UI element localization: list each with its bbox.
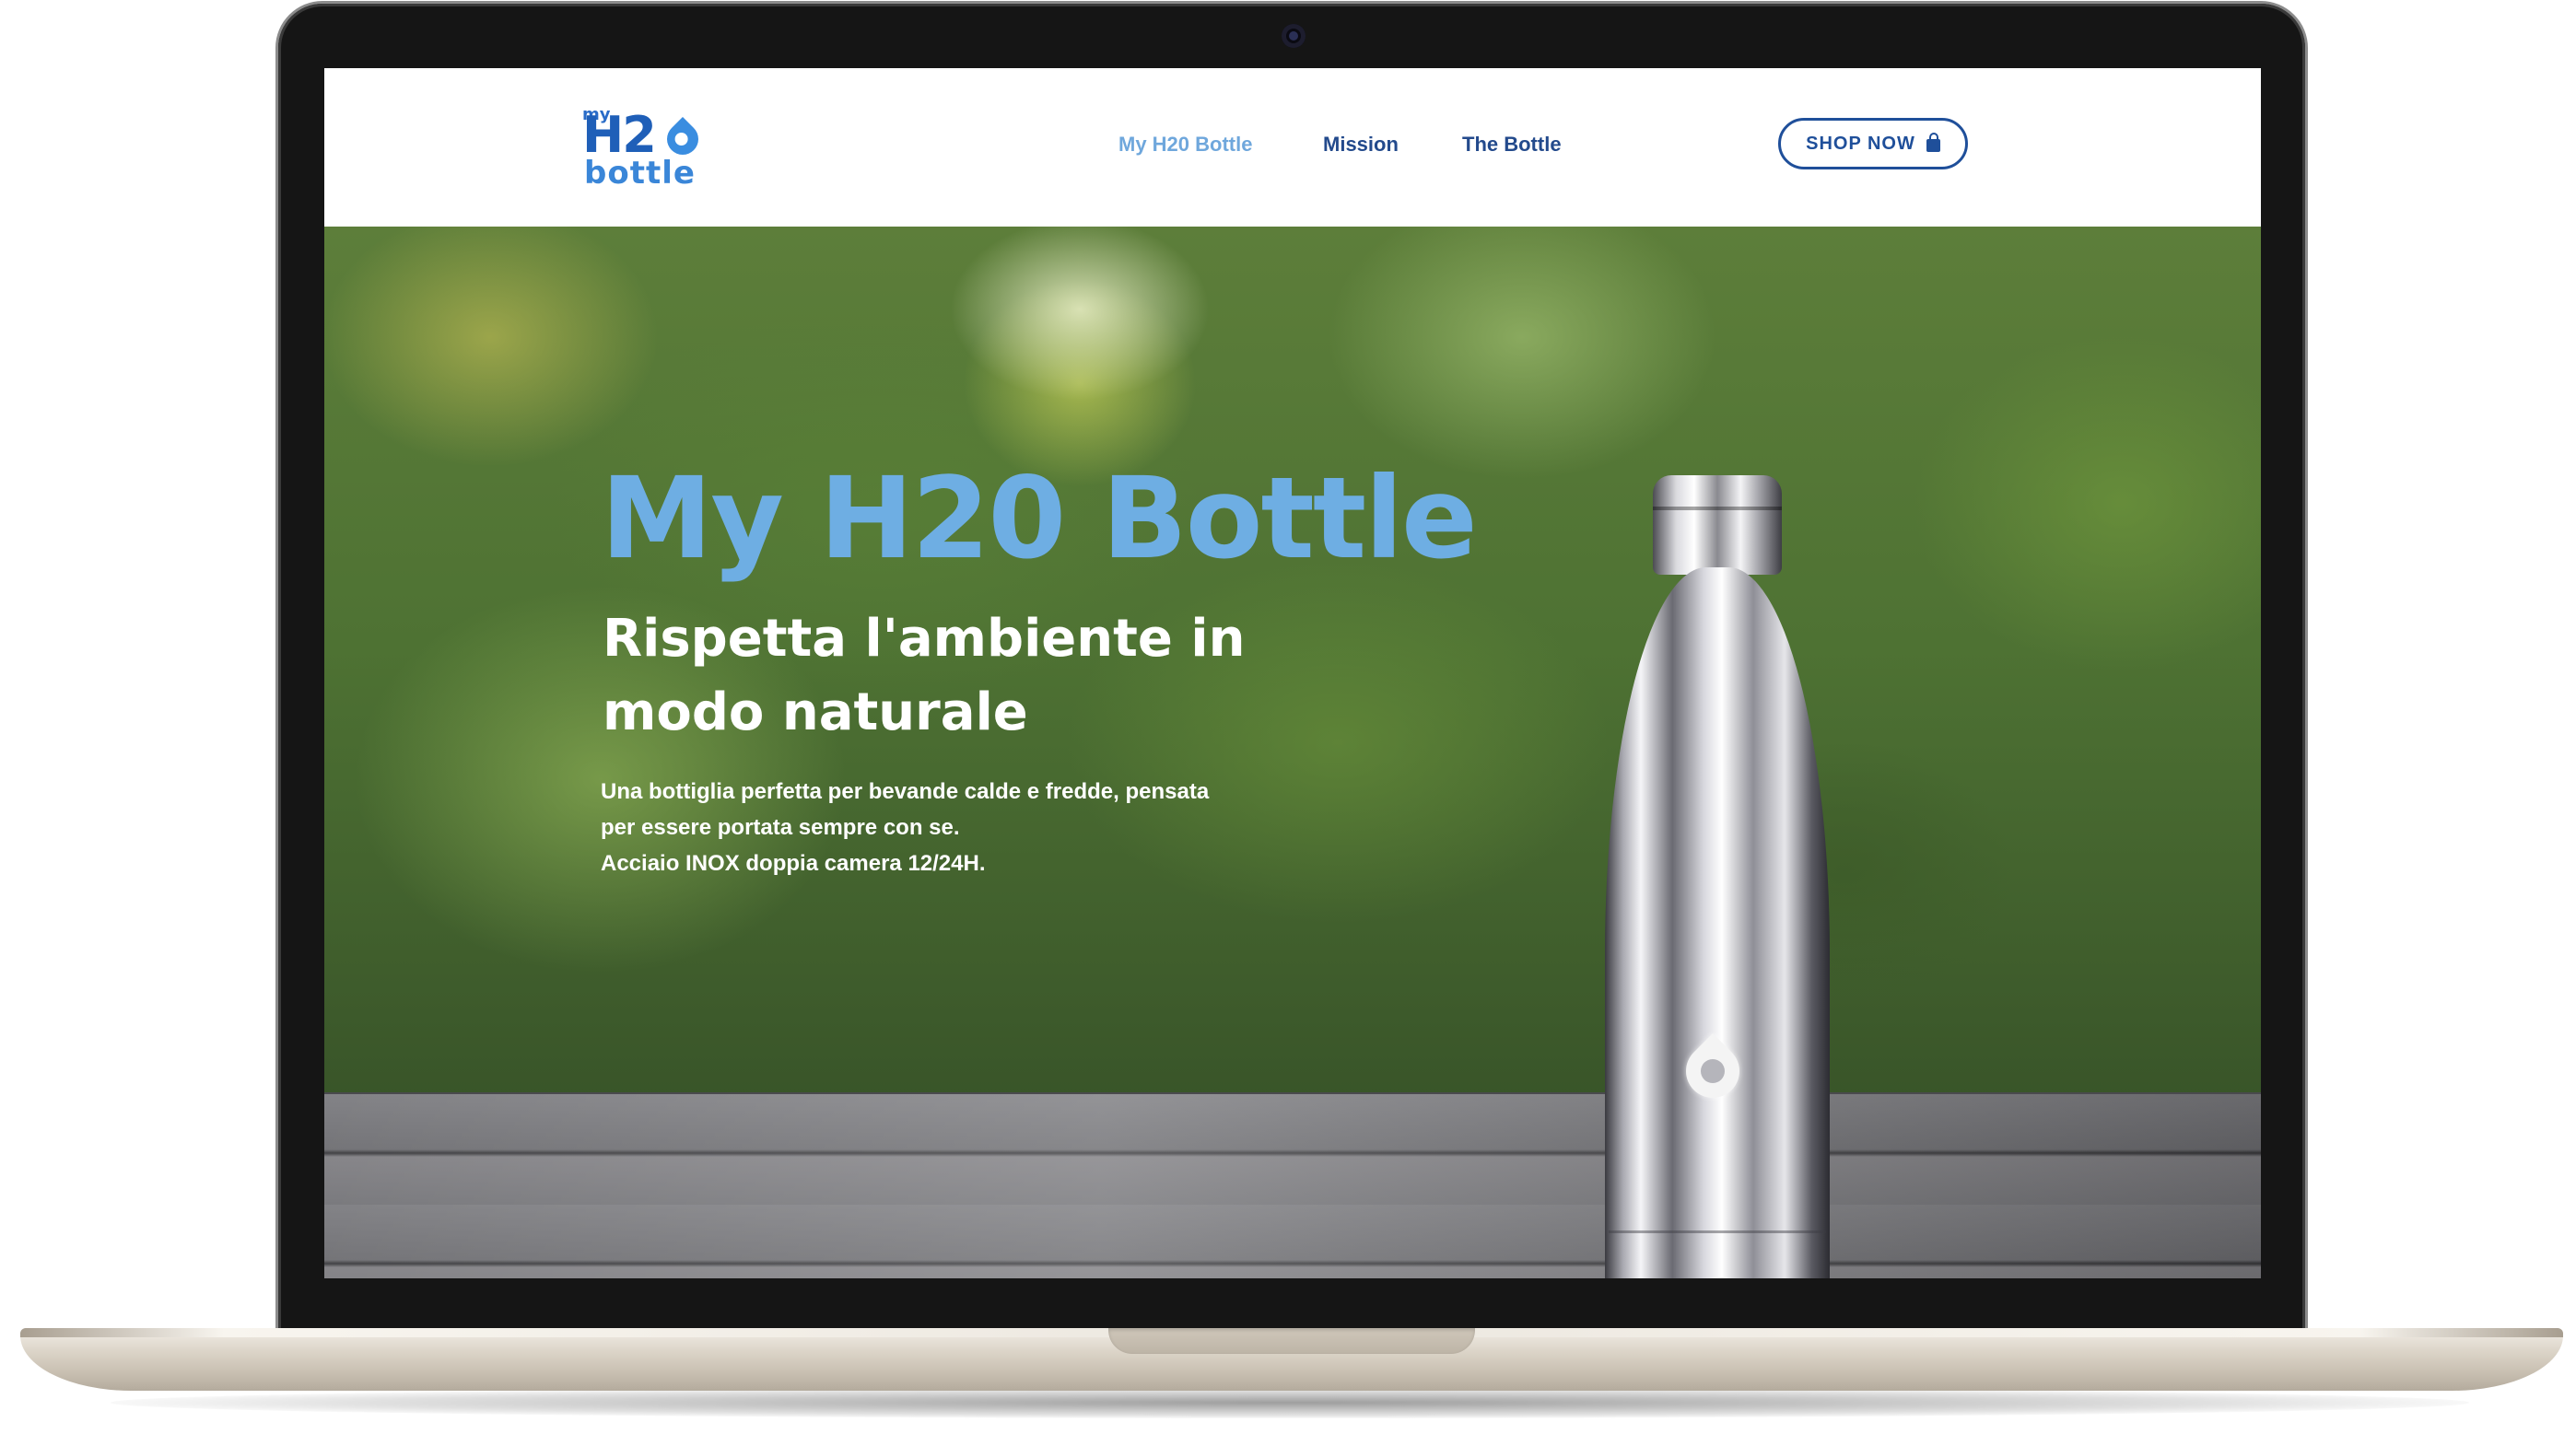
hero-section: My H20 Bottle Rispetta l'ambiente in mod… [324,227,2261,1278]
laptop-shadow [111,1387,2469,1418]
site-header: my H2 bottle My H20 Bottle Mission The B… [324,68,2261,227]
hero-description-line: Una bottiglia perfetta per bevande calde… [601,779,1210,804]
hero-subtitle: Rispetta l'ambiente in modo naturale [603,609,1246,742]
steel-bottle-image [1605,475,1848,1278]
nav-item-the-bottle[interactable]: The Bottle [1462,133,1562,157]
hero-description: Una bottiglia perfetta per bevande calde… [601,774,1301,881]
main-nav: My H20 Bottle Mission The Bottle [324,133,2261,169]
browser-viewport: my H2 bottle My H20 Bottle Mission The B… [324,68,2261,1278]
bottle-body [1605,567,1830,1278]
camera-icon [1282,24,1306,48]
nav-item-my-h20-bottle[interactable]: My H20 Bottle [1118,133,1252,157]
shop-now-label: SHOP NOW [1806,133,1915,154]
hero-description-line: Acciaio INOX doppia camera 12/24H. [601,851,986,876]
bag-icon [1926,133,1940,152]
hero-description-line: per essere portata sempre con se. [601,815,960,840]
shop-now-button[interactable]: SHOP NOW [1778,118,1968,169]
laptop-notch [1108,1328,1475,1354]
nav-item-mission[interactable]: Mission [1323,133,1399,157]
hero-title: My H20 Bottle [601,453,1478,584]
bottle-cap [1653,475,1782,575]
wooden-deck-background [324,1092,2261,1278]
